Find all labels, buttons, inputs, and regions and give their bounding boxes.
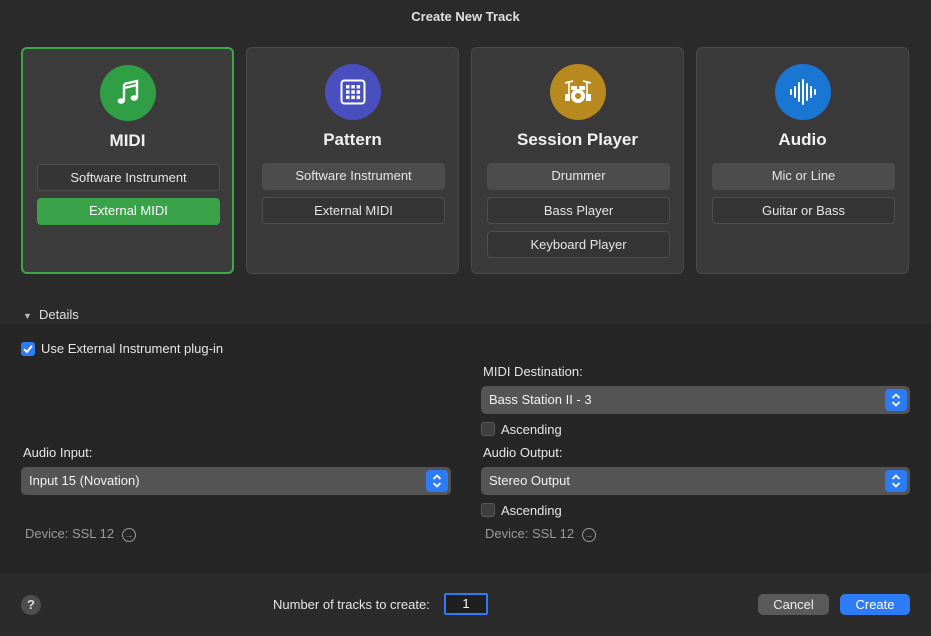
popup-stepper-icon bbox=[426, 470, 448, 492]
midi-destination-popup[interactable]: Bass Station II - 3 bbox=[481, 386, 910, 414]
card-session-player-title: Session Player bbox=[517, 130, 638, 149]
card-session-player[interactable]: Session Player Drummer Bass Player Keybo… bbox=[471, 47, 684, 274]
audio-input-label: Audio Input: bbox=[23, 445, 93, 460]
midi-software-instrument-option[interactable]: Software Instrument bbox=[37, 164, 220, 191]
audio-output-device-text: Device: SSL 12 bbox=[485, 526, 575, 541]
create-new-track-dialog: Create New Track MIDI Software Instrumen… bbox=[0, 0, 931, 636]
create-button[interactable]: Create bbox=[840, 594, 910, 615]
session-drummer-option[interactable]: Drummer bbox=[487, 163, 670, 190]
card-pattern[interactable]: Pattern Software Instrument External MID… bbox=[246, 47, 459, 274]
tracks-count-label: Number of tracks to create: bbox=[273, 597, 430, 612]
use-external-plugin-checkbox[interactable] bbox=[21, 342, 35, 356]
tracks-count-field[interactable]: 1 bbox=[444, 593, 488, 615]
details-panel: Use External Instrument plug-in MIDI Des… bbox=[0, 324, 931, 574]
card-pattern-title: Pattern bbox=[323, 130, 382, 149]
card-midi-title: MIDI bbox=[109, 131, 146, 150]
details-label: Details bbox=[39, 307, 79, 322]
pattern-software-instrument-option[interactable]: Software Instrument bbox=[262, 163, 445, 190]
session-keyboard-player-option[interactable]: Keyboard Player bbox=[487, 231, 670, 258]
audio-input-device-text: Device: SSL 12 bbox=[25, 526, 115, 541]
checkmark-icon bbox=[23, 345, 33, 354]
help-button[interactable]: ? bbox=[21, 595, 41, 615]
audio-input-value: Input 15 (Novation) bbox=[29, 473, 140, 488]
popup-stepper-icon bbox=[885, 470, 907, 492]
audio-input-device-label: Device: SSL 12 → bbox=[25, 526, 136, 542]
card-audio[interactable]: Audio Mic or Line Guitar or Bass bbox=[696, 47, 909, 274]
audio-input-popup[interactable]: Input 15 (Novation) bbox=[21, 467, 451, 495]
card-midi[interactable]: MIDI Software Instrument External MIDI bbox=[21, 47, 234, 274]
midi-destination-ascending-label: Ascending bbox=[501, 422, 562, 437]
audio-mic-or-line-option[interactable]: Mic or Line bbox=[712, 163, 895, 190]
arrow-circle-right-icon[interactable]: → bbox=[581, 528, 596, 542]
popup-stepper-icon bbox=[885, 389, 907, 411]
arrow-circle-right-icon[interactable]: → bbox=[121, 528, 136, 542]
grid-icon bbox=[324, 64, 381, 120]
waveform-icon bbox=[774, 64, 831, 120]
audio-output-ascending-checkbox[interactable] bbox=[481, 503, 495, 517]
audio-output-popup[interactable]: Stereo Output bbox=[481, 467, 910, 495]
audio-output-ascending-label: Ascending bbox=[501, 503, 562, 518]
chevron-down-icon: ▼ bbox=[23, 311, 32, 321]
audio-output-value: Stereo Output bbox=[489, 473, 570, 488]
pattern-external-midi-option[interactable]: External MIDI bbox=[262, 197, 445, 224]
dialog-title: Create New Track bbox=[411, 9, 520, 24]
drum-kit-icon bbox=[549, 64, 606, 120]
session-bass-player-option[interactable]: Bass Player bbox=[487, 197, 670, 224]
use-external-plugin-label: Use External Instrument plug-in bbox=[41, 341, 224, 356]
card-audio-title: Audio bbox=[778, 130, 827, 149]
music-note-icon bbox=[99, 65, 156, 121]
track-type-cards: MIDI Software Instrument External MIDI P… bbox=[21, 47, 911, 274]
audio-guitar-or-bass-option[interactable]: Guitar or Bass bbox=[712, 197, 895, 224]
midi-destination-ascending-checkbox[interactable] bbox=[481, 422, 495, 436]
audio-output-device-label: Device: SSL 12 → bbox=[485, 526, 596, 542]
details-disclosure[interactable]: ▼ Details bbox=[23, 307, 79, 322]
midi-external-midi-option[interactable]: External MIDI bbox=[37, 198, 220, 225]
midi-destination-label: MIDI Destination: bbox=[483, 364, 583, 379]
audio-output-label: Audio Output: bbox=[483, 445, 563, 460]
cancel-button[interactable]: Cancel bbox=[758, 594, 829, 615]
midi-destination-value: Bass Station II - 3 bbox=[489, 392, 592, 407]
